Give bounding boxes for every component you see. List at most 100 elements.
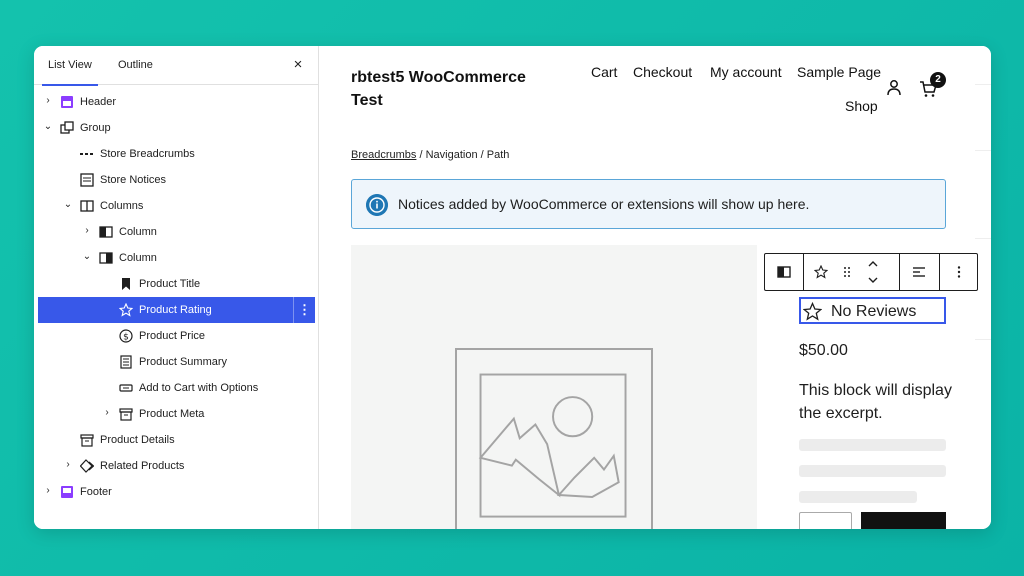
column-icon	[99, 226, 113, 238]
tree-item-columns[interactable]: ⌄ Columns	[38, 193, 315, 219]
notice-text: Notices added by WooCommerce or extensio…	[398, 196, 810, 212]
tree-item-product-title[interactable]: Product Title	[38, 271, 315, 297]
column-icon[interactable]	[777, 265, 791, 279]
archive-icon	[119, 408, 133, 421]
breadcrumb-rest: / Navigation / Path	[416, 149, 510, 161]
tree-item-label: Product Meta	[139, 408, 205, 420]
product-image-placeholder[interactable]	[351, 245, 757, 529]
user-icon[interactable]	[886, 79, 902, 97]
bookmark-icon	[122, 278, 130, 290]
tree-item-group[interactable]: ⌄ Group	[38, 115, 315, 141]
nav-link-checkout[interactable]: Checkout	[633, 63, 692, 81]
divider	[975, 150, 991, 151]
tree-item-label: Add to Cart with Options	[139, 382, 259, 394]
star-icon[interactable]	[814, 265, 828, 279]
drag-handle-icon[interactable]	[840, 265, 854, 279]
tree-item-label: Product Summary	[139, 356, 228, 368]
group-icon	[60, 121, 74, 134]
rating-text: No Reviews	[831, 303, 917, 320]
summary-icon	[120, 355, 132, 369]
tree-item-label: Product Details	[100, 434, 175, 446]
column-icon	[99, 252, 113, 264]
tab-list-view[interactable]: List View	[42, 46, 98, 86]
breadcrumb: Breadcrumbs / Navigation / Path	[351, 149, 509, 161]
skeleton-line	[799, 491, 917, 503]
cart-count-badge: 2	[930, 72, 946, 88]
divider	[975, 84, 991, 85]
breadcrumb-link[interactable]: Breadcrumbs	[351, 149, 416, 161]
tree-item-footer[interactable]: › Footer	[38, 479, 315, 505]
block-toolbar	[764, 253, 978, 291]
tree-item-label: Header	[80, 96, 117, 108]
svg-text:$: $	[123, 333, 129, 343]
tree-item-label: Store Breadcrumbs	[100, 148, 195, 160]
divider	[975, 339, 991, 340]
breadcrumbs-icon	[80, 153, 93, 155]
skeleton-line	[799, 439, 946, 451]
editor-window: List View Outline × › Header ⌄ Group Sto…	[34, 46, 991, 529]
footer-icon	[61, 486, 73, 498]
tree-item-label: Product Title	[139, 278, 201, 290]
toolbar-group-align	[899, 254, 939, 290]
quantity-input[interactable]	[799, 512, 852, 529]
more-vertical-icon[interactable]	[952, 265, 966, 279]
tree-item-column[interactable]: ⌄ Column	[38, 245, 315, 271]
product-rating-block[interactable]: No Reviews	[799, 297, 946, 324]
toolbar-group-options	[939, 254, 977, 290]
skeleton-line	[799, 465, 946, 477]
button-icon	[119, 384, 133, 392]
add-to-cart-button[interactable]	[861, 512, 946, 529]
info-icon	[366, 194, 388, 216]
product-summary[interactable]: This block will display the excerpt.	[799, 379, 959, 425]
editor-canvas: rbtest5 WooCommerce Test Cart Checkout M…	[320, 46, 991, 529]
related-icon	[80, 459, 94, 473]
close-icon[interactable]: ×	[290, 57, 306, 73]
tree-item-label: Footer	[80, 486, 112, 498]
tree-item-label: Related Products	[100, 460, 185, 472]
tree-item-product-summary[interactable]: Product Summary	[38, 349, 315, 375]
divider	[975, 238, 991, 239]
tree-item-header[interactable]: › Header	[38, 89, 315, 115]
tree-item-product-price[interactable]: $ Product Price	[38, 323, 315, 349]
tab-outline[interactable]: Outline	[118, 46, 153, 85]
more-options-icon[interactable]: ⋮	[293, 297, 315, 323]
chevron-right-icon[interactable]: ›	[42, 94, 54, 108]
tree-item-related-products[interactable]: › Related Products	[38, 453, 315, 479]
chevron-right-icon[interactable]: ›	[62, 458, 74, 472]
image-placeholder-icon	[455, 348, 653, 529]
nav-link-my-account[interactable]: My account	[710, 63, 782, 81]
tree-item-label: Column	[119, 226, 157, 238]
tree-item-label: Product Price	[139, 330, 206, 342]
chevron-right-icon[interactable]: ›	[42, 484, 54, 498]
align-left-icon[interactable]	[912, 265, 926, 279]
toolbar-group-move	[803, 254, 899, 290]
columns-icon	[80, 200, 94, 212]
tree-item-product-rating[interactable]: Product Rating ⋮	[38, 297, 315, 323]
nav-link-sample-page[interactable]: Sample Page	[797, 63, 881, 81]
tree-item-product-meta[interactable]: › Product Meta	[38, 401, 315, 427]
chevron-down-icon[interactable]: ⌄	[62, 198, 74, 212]
star-icon	[119, 303, 133, 317]
tree-item-add-to-cart[interactable]: Add to Cart with Options	[38, 375, 315, 401]
store-notice: Notices added by WooCommerce or extensio…	[351, 179, 946, 229]
details-icon	[80, 434, 94, 447]
tree-item-product-details[interactable]: Product Details	[38, 427, 315, 453]
chevron-down-icon[interactable]: ⌄	[81, 250, 93, 264]
chevron-right-icon[interactable]: ›	[101, 406, 113, 420]
tree-item-store-notices[interactable]: Store Notices	[38, 167, 315, 193]
nav-link-cart[interactable]: Cart	[591, 63, 617, 81]
product-price[interactable]: $50.00	[799, 342, 848, 360]
site-title[interactable]: rbtest5 WooCommerce Test	[351, 66, 551, 112]
tree-item-label: Columns	[100, 200, 144, 212]
tree-item-label: Product Rating	[139, 304, 212, 316]
tree-item-column[interactable]: › Column	[38, 219, 315, 245]
notices-icon	[80, 173, 94, 187]
tree-item-store-breadcrumbs[interactable]: Store Breadcrumbs	[38, 141, 315, 167]
tree-item-label: Store Notices	[100, 174, 167, 186]
nav-link-shop[interactable]: Shop	[845, 97, 878, 115]
chevron-down-icon[interactable]: ⌄	[42, 120, 54, 134]
move-up-down-icon[interactable]	[866, 258, 880, 286]
panel-tabs: List View Outline ×	[34, 46, 318, 86]
chevron-right-icon[interactable]: ›	[81, 224, 93, 238]
tree-item-label: Column	[119, 252, 157, 264]
